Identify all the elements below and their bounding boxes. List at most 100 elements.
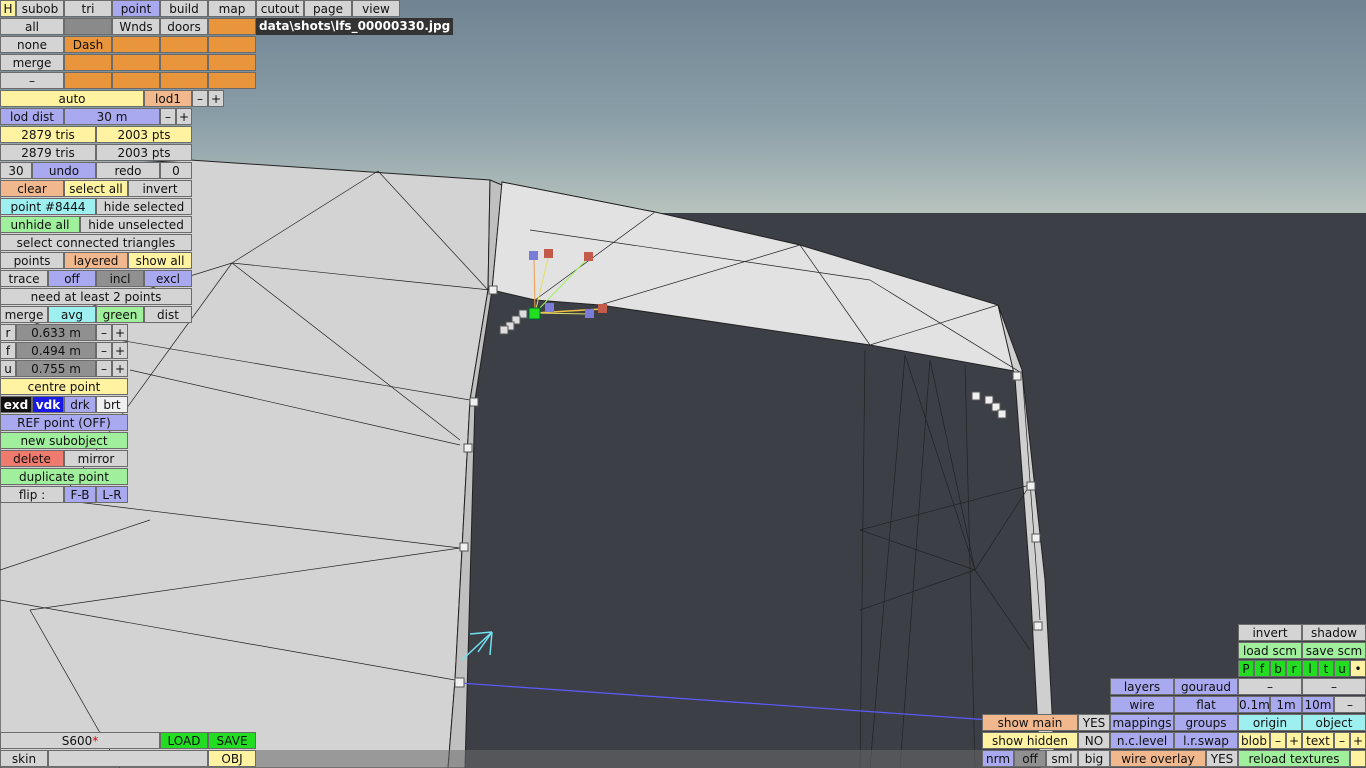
tab-h[interactable]: H: [0, 0, 16, 17]
shadow-button[interactable]: shadow: [1302, 624, 1366, 641]
group-slot[interactable]: [208, 18, 256, 35]
group-slot[interactable]: [160, 54, 208, 71]
group-slot[interactable]: [208, 36, 256, 53]
coord-f-plus[interactable]: +: [112, 342, 128, 359]
group-slot[interactable]: [64, 72, 112, 89]
view-r-button[interactable]: r: [1286, 660, 1302, 677]
view-u-button[interactable]: u: [1334, 660, 1350, 677]
big-button[interactable]: big: [1078, 750, 1110, 767]
tab-point[interactable]: point: [112, 0, 160, 17]
view-l-button[interactable]: l: [1302, 660, 1318, 677]
save-button[interactable]: SAVE: [208, 732, 256, 749]
off-button[interactable]: off: [1014, 750, 1046, 767]
trace-incl-button[interactable]: incl: [96, 270, 144, 287]
reload-textures-toggle[interactable]: [1350, 750, 1366, 767]
group-slot[interactable]: [160, 36, 208, 53]
step-minus-left[interactable]: –: [1238, 678, 1302, 695]
group-slot[interactable]: [64, 54, 112, 71]
tab-tri[interactable]: tri: [64, 0, 112, 17]
show-main-button[interactable]: show main: [982, 714, 1078, 731]
view-p-button[interactable]: P: [1238, 660, 1254, 677]
dash-button[interactable]: Dash: [64, 36, 112, 53]
show-hidden-button[interactable]: show hidden: [982, 732, 1078, 749]
group-slot[interactable]: [160, 72, 208, 89]
blob-minus[interactable]: –: [1270, 732, 1286, 749]
centre-point-button[interactable]: centre point: [0, 378, 128, 395]
view-dot-button[interactable]: •: [1350, 660, 1366, 677]
step-minus-right[interactable]: –: [1302, 678, 1366, 695]
lod1-button[interactable]: lod1: [144, 90, 192, 107]
blob-button[interactable]: blob: [1238, 732, 1270, 749]
step-10m-button[interactable]: 10m: [1302, 696, 1334, 713]
lod-auto-button[interactable]: auto: [0, 90, 144, 107]
tab-map[interactable]: map: [208, 0, 256, 17]
skin-field[interactable]: [48, 750, 208, 767]
sml-button[interactable]: sml: [1046, 750, 1078, 767]
tab-page[interactable]: page: [304, 0, 352, 17]
lod-dist-minus[interactable]: –: [160, 108, 176, 125]
group-slot[interactable]: [112, 72, 160, 89]
layered-button[interactable]: layered: [64, 252, 128, 269]
step-minus-button[interactable]: –: [1334, 696, 1366, 713]
text-minus[interactable]: –: [1334, 732, 1350, 749]
wnds-button[interactable]: Wnds: [112, 18, 160, 35]
coord-f-value[interactable]: 0.494 m: [16, 342, 96, 359]
nc-level-button[interactable]: n.c.level: [1110, 732, 1174, 749]
save-scm-button[interactable]: save scm: [1302, 642, 1366, 659]
lod-dist-plus[interactable]: +: [176, 108, 192, 125]
hide-selected-button[interactable]: hide selected: [96, 198, 192, 215]
wire-overlay-button[interactable]: wire overlay: [1110, 750, 1206, 767]
flat-button[interactable]: flat: [1174, 696, 1238, 713]
groups-button[interactable]: groups: [1174, 714, 1238, 731]
tab-build[interactable]: build: [160, 0, 208, 17]
merge-dist-button[interactable]: dist: [144, 306, 192, 323]
clear-button[interactable]: clear: [0, 180, 64, 197]
shade-brt-button[interactable]: brt: [96, 396, 128, 413]
view-t-button[interactable]: t: [1318, 660, 1334, 677]
merge-green-button[interactable]: green: [96, 306, 144, 323]
trace-off-button[interactable]: off: [48, 270, 96, 287]
group-slot[interactable]: [208, 54, 256, 71]
lod-plus-button[interactable]: +: [208, 90, 224, 107]
duplicate-point-button[interactable]: duplicate point: [0, 468, 128, 485]
obj-button[interactable]: OBJ: [208, 750, 256, 767]
coord-u-plus[interactable]: +: [112, 360, 128, 377]
group-slot[interactable]: [112, 36, 160, 53]
tab-subob[interactable]: subob: [16, 0, 64, 17]
lr-swap-button[interactable]: l.r.swap: [1174, 732, 1238, 749]
all-button[interactable]: all: [0, 18, 64, 35]
load-scm-button[interactable]: load scm: [1238, 642, 1302, 659]
text-button[interactable]: text: [1302, 732, 1334, 749]
tab-cutout[interactable]: cutout: [256, 0, 304, 17]
flip-fb-button[interactable]: F-B: [64, 486, 96, 503]
text-plus[interactable]: +: [1350, 732, 1366, 749]
wire-overlay-value[interactable]: YES: [1206, 750, 1238, 767]
group-slot-blank[interactable]: [64, 18, 112, 35]
redo-button[interactable]: redo: [96, 162, 160, 179]
ref-point-button[interactable]: REF point (OFF): [0, 414, 128, 431]
merge-button[interactable]: merge: [0, 306, 48, 323]
mappings-button[interactable]: mappings: [1110, 714, 1174, 731]
tab-view[interactable]: view: [352, 0, 400, 17]
group-slot[interactable]: [208, 72, 256, 89]
step-1m-button[interactable]: 1m: [1270, 696, 1302, 713]
gouraud-button[interactable]: gouraud: [1174, 678, 1238, 695]
hide-unselected-button[interactable]: hide unselected: [80, 216, 192, 233]
merge-avg-button[interactable]: avg: [48, 306, 96, 323]
new-subobject-button[interactable]: new subobject: [0, 432, 128, 449]
invert-view-button[interactable]: invert: [1238, 624, 1302, 641]
wire-button[interactable]: wire: [1110, 696, 1174, 713]
coord-r-plus[interactable]: +: [112, 324, 128, 341]
origin-button[interactable]: origin: [1238, 714, 1302, 731]
coord-u-value[interactable]: 0.755 m: [16, 360, 96, 377]
coord-r-minus[interactable]: –: [96, 324, 112, 341]
layers-button[interactable]: layers: [1110, 678, 1174, 695]
model-name[interactable]: S600*: [0, 732, 160, 749]
shade-exd-button[interactable]: exd: [0, 396, 32, 413]
doors-button[interactable]: doors: [160, 18, 208, 35]
unhide-all-button[interactable]: unhide all: [0, 216, 80, 233]
group-slot[interactable]: [112, 54, 160, 71]
dash-group-button[interactable]: –: [0, 72, 64, 89]
invert-selection-button[interactable]: invert: [128, 180, 192, 197]
step-0-1m-button[interactable]: 0.1m: [1238, 696, 1270, 713]
